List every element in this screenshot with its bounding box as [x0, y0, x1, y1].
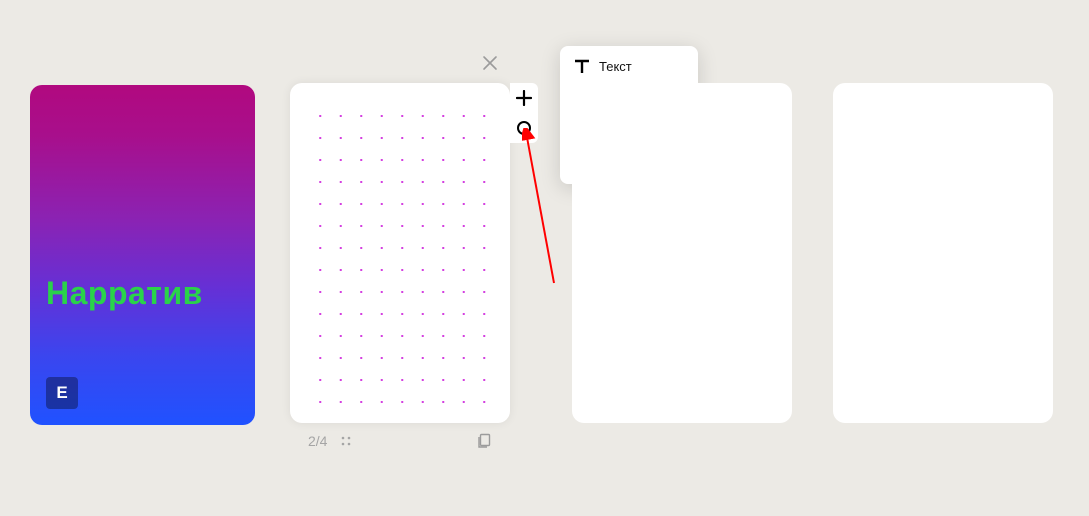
add-element-button[interactable]: [510, 83, 538, 113]
copy-icon[interactable]: [476, 433, 492, 449]
blank-card-4[interactable]: [833, 83, 1053, 423]
pager-count: 2/4: [308, 433, 327, 449]
circle-icon: [516, 120, 532, 136]
pager: 2/4: [308, 433, 492, 449]
edit-card[interactable]: [290, 83, 510, 423]
author-badge: E: [46, 377, 78, 409]
edit-grid: [308, 103, 492, 403]
text-icon: [574, 58, 590, 74]
close-icon[interactable]: [480, 53, 500, 73]
menu-item-label: Текст: [599, 59, 632, 74]
cover-title: Нарратив: [46, 275, 203, 312]
annotation-arrow: [522, 128, 562, 288]
cover-card[interactable]: Нарратив E: [30, 85, 255, 425]
background-button[interactable]: [510, 113, 538, 143]
blank-card-3[interactable]: [572, 83, 792, 423]
plus-icon: [516, 90, 532, 106]
drag-handle-icon[interactable]: [337, 435, 355, 447]
menu-item-text[interactable]: Текст: [560, 52, 698, 80]
